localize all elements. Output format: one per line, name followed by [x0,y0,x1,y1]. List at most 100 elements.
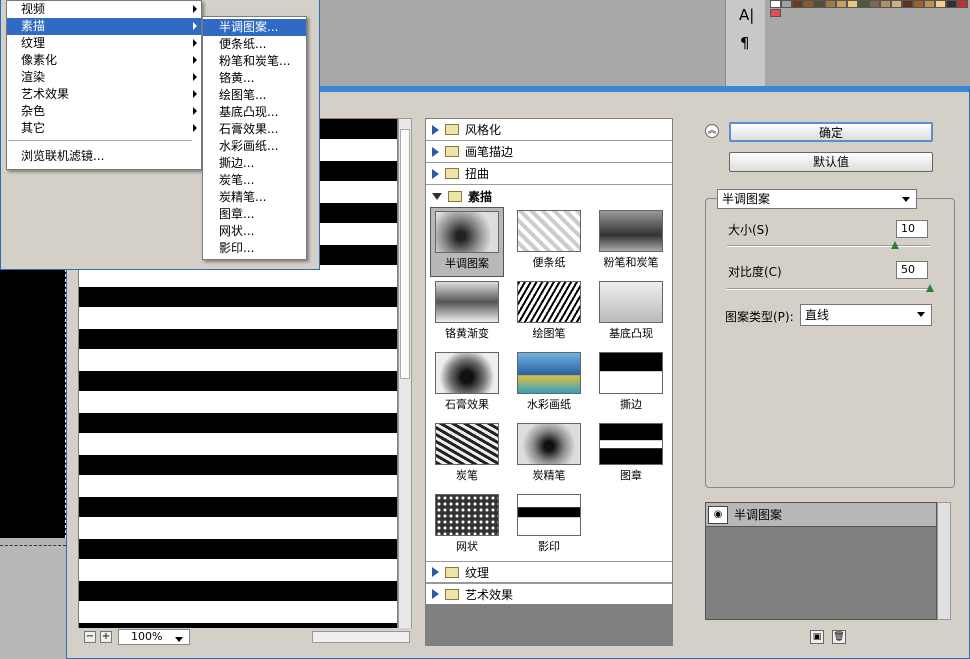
submenu-item[interactable]: 图章... [203,206,306,223]
contrast-input[interactable]: 50 [896,261,928,279]
size-slider[interactable] [727,245,930,247]
submenu-item[interactable]: 便条纸... [203,36,306,53]
gallery-category-open[interactable]: 素描 [426,185,672,207]
filter-thumbnail[interactable]: 便条纸 [512,207,586,277]
eye-icon[interactable]: ◉ [708,505,728,524]
color-swatch[interactable] [792,0,803,8]
submenu-item[interactable]: 石膏效果... [203,121,306,138]
preview-stripe [79,329,397,349]
zoom-in-button[interactable]: + [100,631,112,643]
ok-button[interactable]: 确定 [729,122,933,142]
default-button[interactable]: 默认值 [729,152,933,172]
preview-horizontal-scrollbar[interactable] [312,631,410,643]
gallery-category[interactable]: 画笔描边 [426,141,672,163]
filter-thumbnail[interactable]: 半调图案 [430,207,504,277]
menu-item[interactable]: 素描 [7,18,201,35]
gallery-scrollbar[interactable] [673,118,687,646]
size-slider-handle[interactable] [891,241,900,249]
contrast-slider[interactable] [727,288,930,290]
menu-item[interactable]: 视频 [7,1,201,18]
color-swatch[interactable] [924,0,935,8]
color-swatch[interactable] [957,0,968,8]
scroll-thumb[interactable] [400,129,410,379]
filter-thumbnail[interactable]: 铬黄渐变 [430,278,504,348]
filter-thumbnail[interactable]: 网状 [430,491,504,561]
gallery-category[interactable]: 风格化 [426,119,672,141]
filter-select[interactable]: 半调图案 [717,189,917,209]
menu-item[interactable]: 渲染 [7,69,201,86]
color-swatch[interactable] [935,0,946,8]
filter-thumbnail[interactable]: 炭精笔 [512,420,586,490]
size-input[interactable]: 10 [896,220,928,238]
layers-scrollbar[interactable] [937,502,951,620]
preview-vertical-scrollbar[interactable] [398,118,412,630]
submenu-item[interactable]: 粉笔和炭笔... [203,53,306,70]
color-swatch[interactable] [946,0,957,8]
gallery-category[interactable]: 扭曲 [426,163,672,185]
submenu-item[interactable]: 半调图案... [203,19,306,36]
filter-thumbnail[interactable]: 石膏效果 [430,349,504,419]
filter-thumbnail[interactable]: 水彩画纸 [512,349,586,419]
color-swatch[interactable] [836,0,847,8]
folder-icon [445,146,459,157]
submenu-item[interactable]: 网状... [203,223,306,240]
submenu-item[interactable]: 炭笔... [203,172,306,189]
thumbnail-image [599,352,663,394]
text-tool-icon[interactable]: A| [739,6,754,24]
preview-stripe [79,371,397,391]
menu-item[interactable]: 艺术效果 [7,86,201,103]
color-swatch[interactable] [770,0,781,8]
color-swatch[interactable] [825,0,836,8]
color-swatch[interactable] [858,0,869,8]
trash-icon[interactable]: 🗑 [832,630,846,644]
pattern-type-select[interactable]: 直线 [800,304,932,326]
color-swatch[interactable] [847,0,858,8]
menu-item[interactable]: 纹理 [7,35,201,52]
menu-item[interactable]: 像素化 [7,52,201,69]
new-layer-icon[interactable]: ▣ [810,630,824,644]
menu-item[interactable]: 其它 [7,120,201,137]
contrast-slider-handle[interactable] [926,284,934,292]
color-swatch[interactable] [869,0,880,8]
effect-layer-row[interactable]: ◉ 半调图案 [706,503,936,527]
submenu-item[interactable]: 水彩画纸... [203,138,306,155]
pattern-type-label: 图案类型(P): [725,310,794,324]
menu-item-label: 像素化 [21,53,58,67]
filter-thumbnail[interactable]: 绘图笔 [512,278,586,348]
color-swatch[interactable] [770,9,781,17]
submenu-item[interactable]: 炭精笔... [203,189,306,206]
filter-thumbnail[interactable]: 粉笔和炭笔 [594,207,668,277]
paragraph-icon[interactable]: ¶ [740,34,750,52]
submenu-item-label: 基底凸现... [219,105,279,119]
zoom-select[interactable]: 100% [118,629,190,645]
color-swatch[interactable] [814,0,825,8]
category-label: 纹理 [465,565,490,580]
browse-online-filters[interactable]: 浏览联机滤镜... [7,148,201,165]
submenu-item[interactable]: 铬黄... [203,70,306,87]
thumbnail-image [599,281,663,323]
submenu-item[interactable]: 基底凸现... [203,104,306,121]
submenu-item-label: 水彩画纸... [219,139,279,153]
color-swatch[interactable] [902,0,913,8]
zoom-out-button[interactable]: − [84,631,96,643]
menu-item[interactable]: 杂色 [7,103,201,120]
submenu-item[interactable]: 绘图笔... [203,87,306,104]
submenu-item[interactable]: 撕边... [203,155,306,172]
filter-thumbnail[interactable]: 基底凸现 [594,278,668,348]
filter-thumbnail[interactable]: 图章 [594,420,668,490]
filter-thumbnail[interactable]: 影印 [512,491,586,561]
collapse-icon[interactable]: ︽ [705,124,719,138]
thumbnail-image [517,423,581,465]
swatches-panel [770,0,970,18]
color-swatch[interactable] [880,0,891,8]
submenu-item[interactable]: 影印... [203,240,306,257]
filter-thumbnail[interactable]: 炭笔 [430,420,504,490]
filter-thumbnail[interactable]: 撕边 [594,349,668,419]
gallery-category[interactable]: 艺术效果 [426,583,672,605]
color-swatch[interactable] [891,0,902,8]
gallery-category[interactable]: 纹理 [426,561,672,583]
color-swatch[interactable] [913,0,924,8]
menu-item-label: 纹理 [21,36,46,50]
color-swatch[interactable] [803,0,814,8]
color-swatch[interactable] [781,0,792,8]
